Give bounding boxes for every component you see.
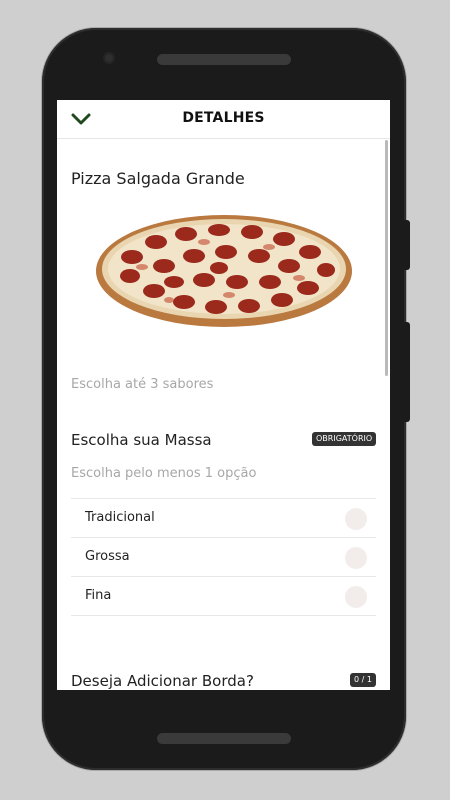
option-radio[interactable] bbox=[345, 508, 367, 530]
option-fina[interactable]: Fina bbox=[71, 576, 376, 616]
power-button bbox=[404, 322, 410, 422]
front-camera bbox=[103, 52, 115, 64]
page-title: DETALHES bbox=[182, 110, 265, 126]
option-label: Tradicional bbox=[85, 510, 155, 525]
scrollbar[interactable] bbox=[385, 140, 388, 376]
option-label: Grossa bbox=[85, 549, 130, 564]
option-radio[interactable] bbox=[345, 547, 367, 569]
volume-button bbox=[404, 220, 410, 270]
massa-section-title: Escolha sua Massa bbox=[71, 431, 212, 449]
option-label: Fina bbox=[85, 588, 112, 603]
product-name: Pizza Salgada Grande bbox=[71, 169, 245, 188]
earpiece-speaker bbox=[157, 54, 291, 65]
option-tradicional[interactable]: Tradicional bbox=[71, 498, 376, 537]
massa-hint: Escolha pelo menos 1 opção bbox=[71, 466, 257, 481]
borda-section-title: Deseja Adicionar Borda? bbox=[71, 672, 254, 690]
top-bar: DETALHES bbox=[57, 100, 390, 139]
app-screen: DETALHES Pizza Salgada Grande Escolha at… bbox=[57, 100, 390, 690]
massa-options-list: Tradicional Grossa Fina bbox=[71, 498, 376, 616]
pizza-image bbox=[94, 212, 354, 330]
option-grossa[interactable]: Grossa bbox=[71, 537, 376, 576]
option-radio[interactable] bbox=[345, 586, 367, 608]
flavors-hint: Escolha até 3 sabores bbox=[71, 377, 214, 392]
borda-counter-badge: 0 / 1 bbox=[350, 673, 376, 687]
bottom-speaker bbox=[157, 733, 291, 744]
required-badge: OBRIGATÓRIO bbox=[312, 432, 377, 446]
